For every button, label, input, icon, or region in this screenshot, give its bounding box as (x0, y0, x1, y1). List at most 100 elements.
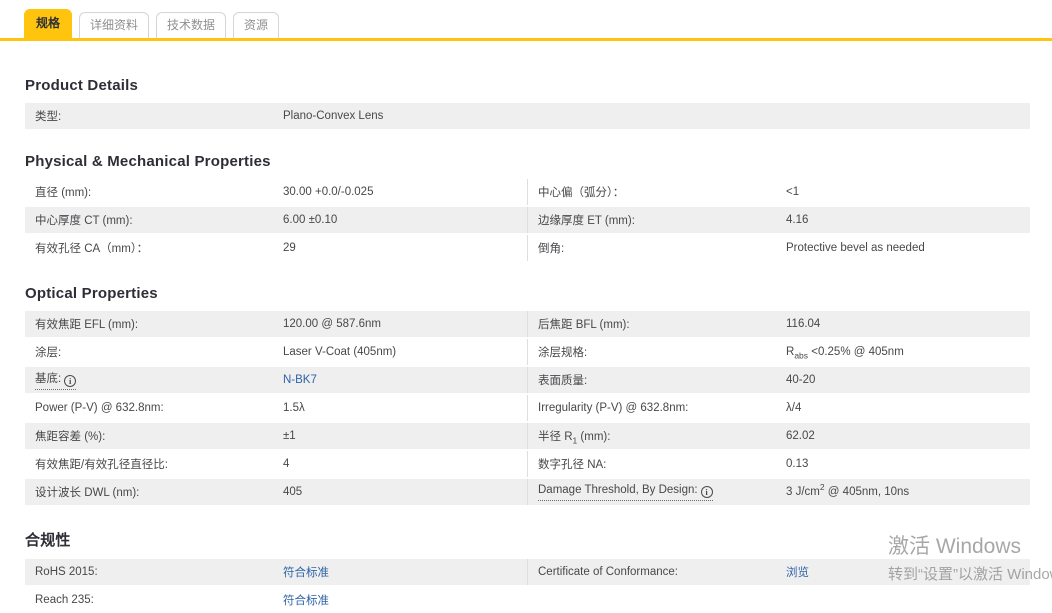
spec-value: 0.13 (786, 458, 809, 470)
spec-value: Plano-Convex Lens (283, 110, 384, 122)
tab-details[interactable]: 详细资料 (79, 12, 150, 38)
spec-cell: 焦距容差 (%): ±1 (25, 423, 527, 449)
spec-table: RoHS 2015: 符合标准 Certificate of Conformance… (25, 559, 1030, 613)
spec-value: 29 (283, 242, 296, 254)
tab-bar: 规格 详细资料 技术数据 资源 (0, 0, 1052, 41)
spec-cell: 中心偏（弧分）： <1 (527, 179, 1030, 205)
spec-cell: 涂层规格: Rabs <0.25% @ 405nm (527, 339, 1030, 365)
spec-row: 有效焦距 EFL (mm): 120.00 @ 587.6nm 后焦距 BFL (m… (25, 311, 1030, 337)
spec-table: 有效焦距 EFL (mm): 120.00 @ 587.6nm 后焦距 BFL (m… (25, 311, 1030, 505)
spec-cell: Irregularity (P-V) @ 632.8nm: λ/4 (527, 395, 1030, 421)
spec-cell: 涂层: Laser V-Coat (405nm) (25, 339, 527, 365)
spec-cell: 表面质量: 40-20 (527, 367, 1030, 393)
spec-row: 有效孔径 CA（mm）： 29 倒角: Protective bevel as nee… (25, 235, 1030, 261)
spec-value: 4.16 (786, 214, 809, 226)
spec-cell: Damage Threshold, By Design: i 3 J/cm2 @ 4… (527, 479, 1030, 505)
spec-row: 焦距容差 (%): ±1 半径 R1 (mm): 62.02 (25, 423, 1030, 449)
spec-value: 4 (283, 458, 290, 470)
spec-value-link[interactable]: 浏览 (786, 564, 809, 580)
spec-cell: 直径 (mm): 30.00 +0.0/-0.025 (25, 179, 527, 205)
spec-value: 40-20 (786, 374, 816, 386)
spec-value: ±1 (283, 430, 296, 442)
spec-row: 中心厚度 CT (mm): 6.00 ±0.10 边缘厚度 ET (mm): 4.16 (25, 207, 1030, 233)
spec-cell: 半径 R1 (mm): 62.02 (527, 423, 1030, 449)
spec-value: 30.00 +0.0/-0.025 (283, 186, 374, 198)
spec-label: Reach 235: (35, 594, 94, 606)
spec-label: 基底: i (35, 370, 283, 390)
spec-value: Laser V-Coat (405nm) (283, 346, 397, 358)
spec-label: Damage Threshold, By Design: i (538, 484, 786, 501)
spec-value-link[interactable]: N-BK7 (283, 374, 317, 386)
spec-row: 基底: i N-BK7 表面质量: 40-20 (25, 367, 1030, 393)
section-title: 合规性 (25, 532, 71, 549)
tab-tech-data[interactable]: 技术数据 (156, 12, 227, 38)
spec-value: 1.5λ (283, 402, 305, 414)
spec-cell: 中心厚度 CT (mm): 6.00 ±0.10 (25, 207, 527, 233)
spec-cell-empty (528, 587, 1031, 613)
spec-value: 405 (283, 486, 303, 498)
spec-value: 120.00 @ 587.6nm (283, 318, 381, 330)
spec-label: 类型: (35, 111, 62, 123)
spec-value: 62.02 (786, 430, 815, 442)
spec-cell: 数字孔径 NA: 0.13 (527, 451, 1030, 477)
info-icon[interactable]: i (64, 375, 77, 387)
spec-label: Irregularity (P-V) @ 632.8nm: (538, 402, 689, 414)
section-title: Product Details (25, 77, 139, 94)
spec-section: Product Details 类型: Plano-Convex Lens (25, 77, 1030, 129)
spec-label: 中心厚度 CT (mm): (35, 215, 133, 227)
spec-label: RoHS 2015: (35, 566, 98, 578)
spec-sections: Product Details 类型: Plano-Convex Lens Physi… (25, 77, 1030, 613)
spec-value: <1 (786, 186, 800, 198)
spec-cell: Power (P-V) @ 632.8nm: 1.5λ (25, 395, 527, 421)
spec-cell: 有效焦距/有效孔径直径比: 4 (25, 451, 527, 477)
spec-label: 半径 R1 (mm): (538, 431, 611, 446)
spec-label: 数字孔径 NA: (538, 459, 607, 471)
tab-resources[interactable]: 资源 (233, 12, 280, 38)
spec-label: Certificate of Conformance: (538, 566, 678, 578)
spec-row: Power (P-V) @ 632.8nm: 1.5λ Irregularity (… (25, 395, 1030, 421)
spec-cell: 边缘厚度 ET (mm): 4.16 (527, 207, 1030, 233)
spec-value: 6.00 ±0.10 (283, 214, 338, 226)
spec-cell: 有效焦距 EFL (mm): 120.00 @ 587.6nm (25, 311, 527, 337)
spec-label: 涂层: (35, 347, 62, 359)
spec-row: 设计波长 DWL (nm): 405 Damage Threshold, By De… (25, 479, 1030, 505)
spec-label: 焦距容差 (%): (35, 431, 106, 443)
spec-row: 直径 (mm): 30.00 +0.0/-0.025 中心偏（弧分）： <1 (25, 179, 1030, 205)
spec-label: 后焦距 BFL (mm): (538, 319, 630, 331)
spec-label: 直径 (mm): (35, 187, 92, 199)
section-title: Optical Properties (25, 285, 158, 302)
spec-row: 类型: Plano-Convex Lens (25, 103, 1030, 129)
spec-label: 边缘厚度 ET (mm): (538, 215, 635, 227)
spec-label: 有效焦距/有效孔径直径比: (35, 459, 168, 471)
spec-cell: 倒角: Protective bevel as needed (527, 235, 1030, 261)
spec-section: Physical & Mechanical Properties 直径 (mm):… (25, 153, 1030, 261)
spec-table: 直径 (mm): 30.00 +0.0/-0.025 中心偏（弧分）： <1 中心厚度 … (25, 179, 1030, 261)
spec-value: 116.04 (786, 318, 821, 330)
spec-cell: Certificate of Conformance: 浏览 (527, 559, 1030, 585)
spec-value: Protective bevel as needed (786, 242, 925, 254)
spec-label: 设计波长 DWL (nm): (35, 487, 140, 499)
spec-label: 表面质量: (538, 375, 588, 387)
spec-label: 倒角: (538, 243, 565, 255)
spec-cell: 基底: i N-BK7 (25, 367, 527, 393)
spec-section: 合规性 RoHS 2015: 符合标准 Certificate of Conforma… (25, 529, 1030, 613)
spec-value: Rabs <0.25% @ 405nm (786, 346, 904, 361)
spec-row: Reach 235: 符合标准 (25, 587, 1030, 613)
tab-specs[interactable]: 规格 (24, 9, 73, 38)
spec-section: Optical Properties 有效焦距 EFL (mm): 120.00 @… (25, 285, 1030, 505)
spec-label: 有效孔径 CA（mm）： (35, 243, 149, 255)
spec-value: λ/4 (786, 402, 802, 414)
spec-value: 3 J/cm2 @ 405nm, 10ns (786, 482, 910, 498)
spec-cell: 后焦距 BFL (mm): 116.04 (527, 311, 1030, 337)
spec-row: RoHS 2015: 符合标准 Certificate of Conformance… (25, 559, 1030, 585)
spec-cell: 设计波长 DWL (nm): 405 (25, 479, 527, 505)
section-title: Physical & Mechanical Properties (25, 153, 271, 170)
spec-label: 涂层规格: (538, 347, 588, 359)
spec-row: 涂层: Laser V-Coat (405nm) 涂层规格: Rabs <0.25% … (25, 339, 1030, 365)
spec-value-link[interactable]: 符合标准 (283, 592, 329, 608)
spec-table: 类型: Plano-Convex Lens (25, 103, 1030, 129)
spec-cell: Reach 235: 符合标准 (25, 587, 528, 613)
spec-value-link[interactable]: 符合标准 (283, 564, 329, 580)
info-icon[interactable]: i (700, 485, 713, 498)
spec-label: 中心偏（弧分）： (538, 187, 625, 199)
